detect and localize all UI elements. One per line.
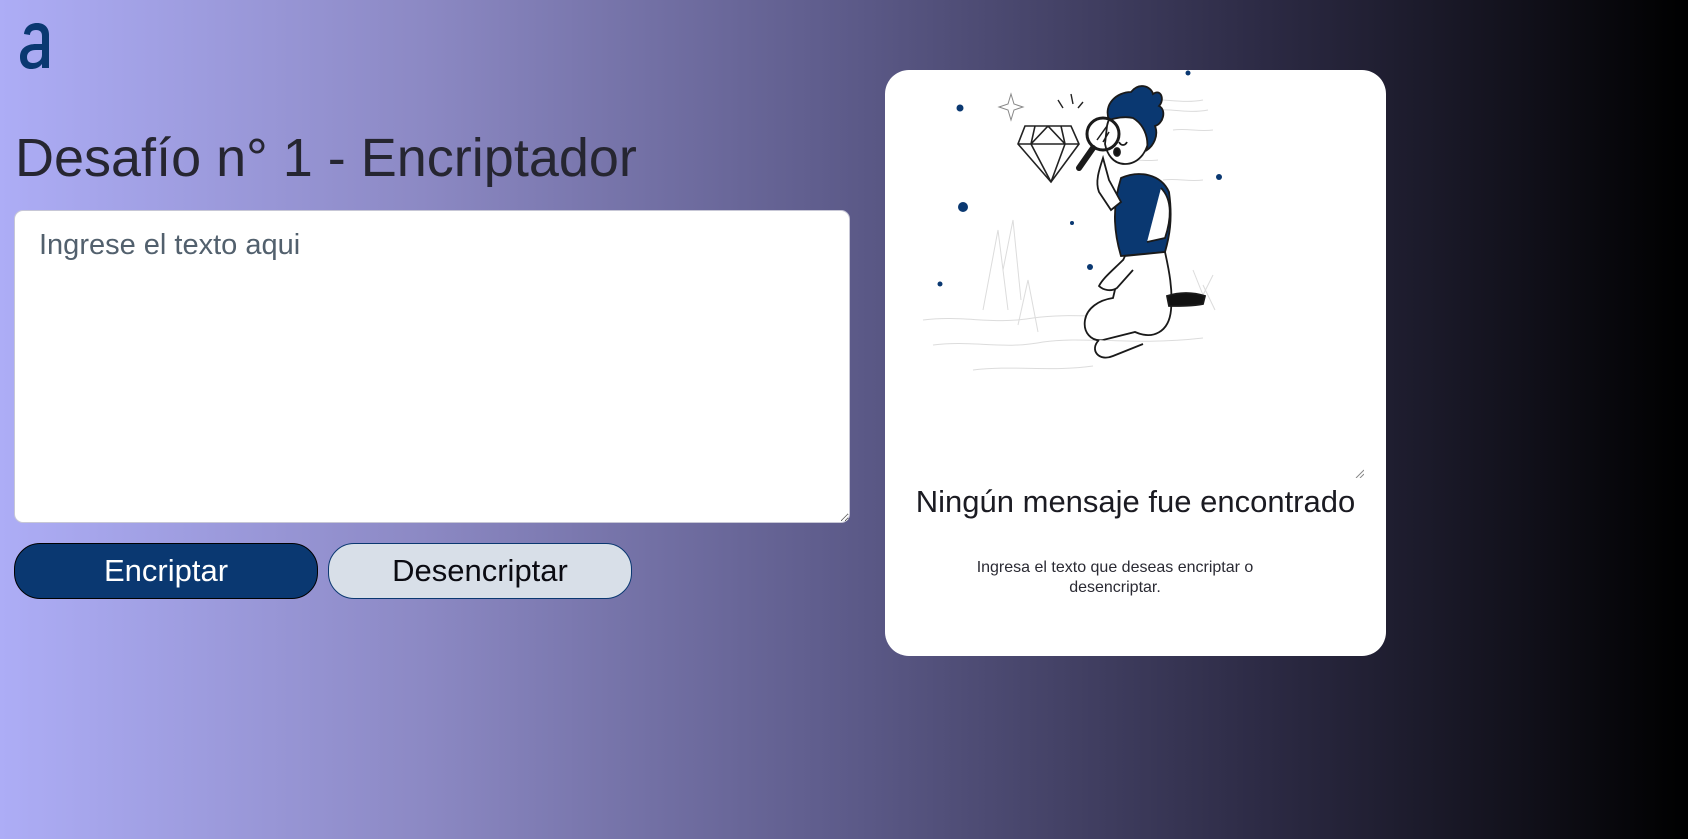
logo-icon (20, 23, 49, 69)
no-message-text: Ingresa el texto que deseas encriptar o … (976, 559, 1254, 596)
resize-grip-icon[interactable] (1354, 468, 1364, 478)
no-message-title: Ningún mensaje fue encontrado (915, 484, 1356, 519)
output-card: Ningún mensaje fue encontrado Ingresa el… (885, 70, 1386, 656)
decrypt-button[interactable]: Desencriptar (328, 543, 632, 599)
person-magnifier-illustration (922, 70, 1222, 371)
page-title: Desafío n° 1 - Encriptador (15, 128, 637, 188)
encrypt-button[interactable]: Encriptar (14, 543, 318, 599)
text-input[interactable] (14, 210, 850, 523)
